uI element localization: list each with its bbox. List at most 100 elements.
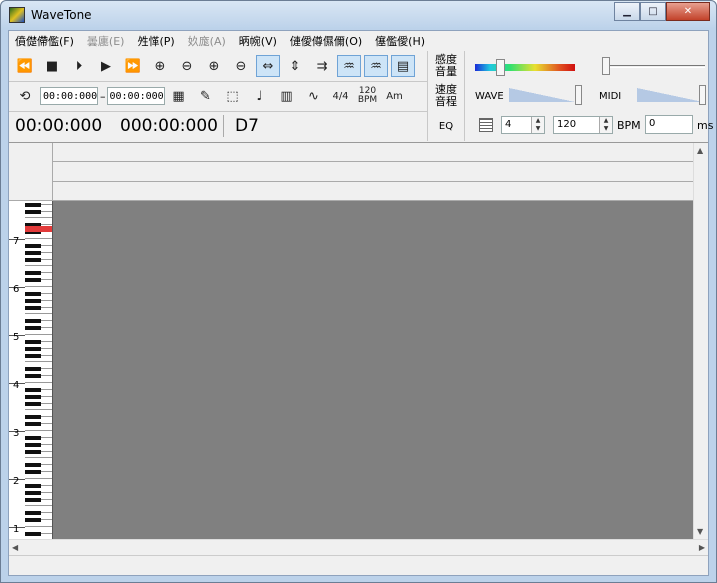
app-icon: [9, 7, 25, 23]
black-key[interactable]: [25, 346, 41, 351]
play-button[interactable]: ▶: [94, 55, 118, 77]
wave-volume-ramp[interactable]: [509, 88, 575, 102]
menu-item-3[interactable]: 奺庬(A): [188, 33, 226, 49]
spinner-arrows-icon[interactable]: ▲ ▼: [531, 117, 544, 133]
stop-button[interactable]: ■: [40, 55, 64, 77]
black-key[interactable]: [25, 449, 41, 454]
fit-vertical-button[interactable]: ⇕: [283, 55, 307, 77]
scroll-left-icon[interactable]: ◀: [12, 543, 18, 552]
black-key[interactable]: [25, 401, 41, 406]
midi-volume-thumb[interactable]: [699, 85, 706, 105]
black-key[interactable]: [25, 326, 41, 331]
black-key[interactable]: [25, 463, 41, 468]
black-key[interactable]: [25, 278, 41, 283]
zoom-in-horizontal-button[interactable]: ⊕: [148, 55, 172, 77]
note-icon[interactable]: ♩: [248, 85, 272, 107]
timeline-ruler[interactable]: [53, 143, 693, 201]
black-key[interactable]: [25, 511, 41, 516]
key-button[interactable]: Am: [383, 85, 407, 107]
maximize-button[interactable]: □: [640, 2, 666, 21]
piano-keyboard[interactable]: 7 6 5 4 3 2 1: [9, 201, 53, 539]
black-key[interactable]: [25, 497, 41, 502]
sensitivity-slider-thumb[interactable]: [496, 59, 505, 76]
loop-button[interactable]: ⟲: [13, 85, 37, 107]
horizontal-scrollbar[interactable]: ◀ ▶: [9, 539, 708, 555]
start-time-field[interactable]: 00:00:000: [40, 87, 98, 105]
spectrum-canvas[interactable]: [53, 201, 693, 539]
scroll-up-icon[interactable]: ▲: [697, 146, 703, 155]
menu-item-5[interactable]: 僆僾僔儑儞(O): [290, 33, 362, 49]
fast-forward-button[interactable]: ⏩: [121, 55, 145, 77]
black-key[interactable]: [25, 250, 41, 255]
menu-item-1[interactable]: 曇廤(E): [87, 33, 125, 49]
bpm-spinner[interactable]: 120 ▲ ▼: [553, 116, 613, 134]
menu-item-0[interactable]: 僨儊僀儖(F): [15, 33, 74, 49]
black-key[interactable]: [25, 387, 41, 392]
table-icon[interactable]: ▥: [275, 85, 299, 107]
black-key[interactable]: [25, 298, 41, 303]
black-key[interactable]: [25, 394, 41, 399]
bpm-button[interactable]: 120 BPM: [356, 85, 380, 107]
zoom-out-horizontal-button[interactable]: ⊖: [175, 55, 199, 77]
scroll-down-icon[interactable]: ▼: [697, 527, 703, 536]
step-play-button[interactable]: ⏵: [67, 55, 91, 77]
layout-icon[interactable]: ▦: [167, 85, 191, 107]
wave-view-button[interactable]: ♒: [337, 55, 361, 77]
black-key[interactable]: [25, 422, 41, 427]
grid-icon[interactable]: [479, 118, 493, 132]
black-key[interactable]: [25, 415, 41, 420]
black-key[interactable]: [25, 271, 41, 276]
beats-spinner[interactable]: 4 ▲ ▼: [501, 116, 545, 134]
black-key[interactable]: [25, 353, 41, 358]
menu-item-2[interactable]: 夝愅(P): [137, 33, 174, 49]
black-key[interactable]: [25, 483, 41, 488]
fit-horizontal-button[interactable]: ⇔: [256, 55, 280, 77]
vertical-scrollbar[interactable]: ▲ ▼: [693, 143, 708, 539]
rewind-button[interactable]: ⏪: [13, 55, 37, 77]
time-signature-button[interactable]: 4/4: [329, 85, 353, 107]
spinner-arrows-icon[interactable]: ▲ ▼: [599, 117, 612, 133]
black-key[interactable]: [25, 435, 41, 440]
swap-button[interactable]: ⇉: [310, 55, 334, 77]
black-key[interactable]: [25, 339, 41, 344]
zoom-out-vertical-button[interactable]: ⊖: [229, 55, 253, 77]
close-button[interactable]: ✕: [666, 2, 710, 21]
editor-corner: [9, 143, 53, 201]
title-bar[interactable]: WaveTone ▁ □ ✕: [1, 1, 716, 29]
minimize-button[interactable]: ▁: [614, 2, 640, 21]
black-key[interactable]: [25, 367, 41, 372]
black-key[interactable]: [25, 442, 41, 447]
wave-volume-thumb[interactable]: [575, 85, 582, 105]
black-key[interactable]: [25, 209, 41, 214]
menu-item-6[interactable]: 僿儖僾(H): [375, 33, 425, 49]
volume-slider-track[interactable]: [605, 65, 705, 68]
midi-volume-ramp[interactable]: [637, 88, 703, 102]
black-key[interactable]: [25, 490, 41, 495]
curve-icon[interactable]: ∿: [302, 85, 326, 107]
black-key[interactable]: [25, 319, 41, 324]
black-key[interactable]: [25, 291, 41, 296]
end-time-field[interactable]: 00:00:000: [106, 87, 165, 105]
menu-item-4[interactable]: 昞帵(V): [239, 33, 277, 49]
black-key[interactable]: [25, 202, 41, 207]
volume-slider-thumb[interactable]: [602, 57, 610, 75]
eq-button[interactable]: EQ: [428, 121, 464, 133]
black-key[interactable]: [25, 470, 41, 475]
offset-ms-input[interactable]: 0: [645, 115, 693, 134]
zoom-in-vertical-button[interactable]: ⊕: [202, 55, 226, 77]
scroll-right-icon[interactable]: ▶: [699, 543, 705, 552]
sensitivity-volume-button[interactable]: 感度 音量: [428, 54, 464, 78]
black-key[interactable]: [25, 374, 41, 379]
black-key[interactable]: [25, 257, 41, 262]
black-key[interactable]: [25, 243, 41, 248]
book-icon[interactable]: ▤: [391, 55, 415, 77]
piano-keys[interactable]: [25, 201, 52, 539]
wave-stereo-button[interactable]: ♒: [364, 55, 388, 77]
select-icon[interactable]: ⬚: [221, 85, 245, 107]
speed-pitch-button[interactable]: 速度 音程: [428, 84, 464, 108]
black-key[interactable]: [25, 531, 41, 536]
black-key[interactable]: [25, 518, 41, 523]
toolbar-divider: [9, 81, 427, 82]
black-key[interactable]: [25, 305, 41, 310]
pencil-icon[interactable]: ✎: [194, 85, 218, 107]
